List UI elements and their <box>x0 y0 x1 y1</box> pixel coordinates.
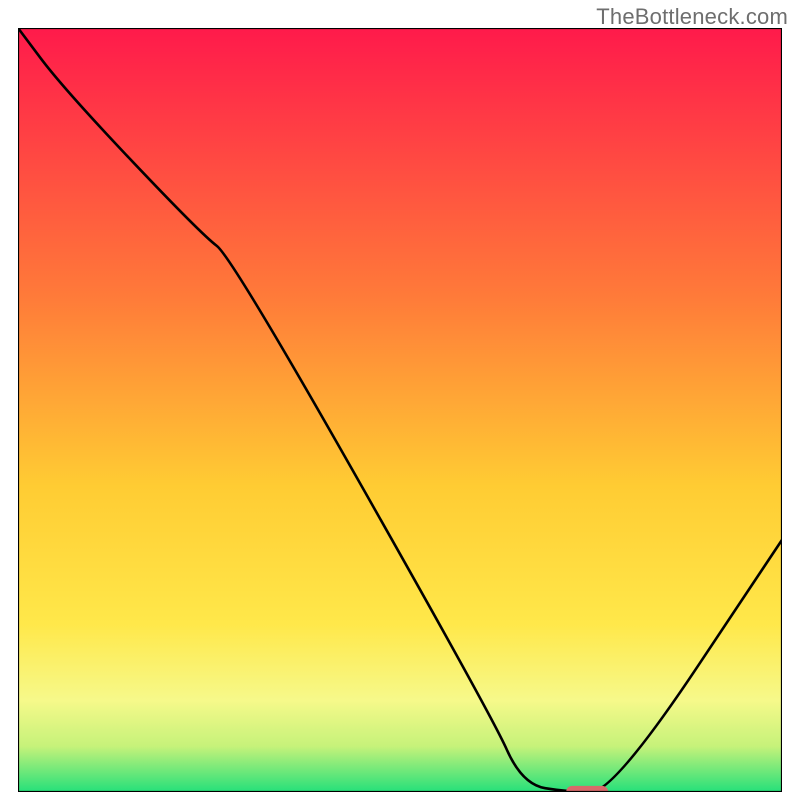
bottleneck-chart <box>18 28 782 792</box>
chart-container: TheBottleneck.com <box>0 0 800 800</box>
plot-background <box>18 28 782 792</box>
watermark-text: TheBottleneck.com <box>596 4 788 30</box>
